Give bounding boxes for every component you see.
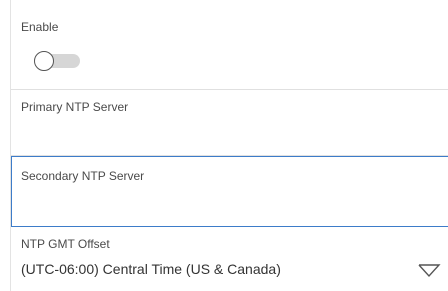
secondary-ntp-input[interactable] xyxy=(21,193,439,213)
gmt-offset-label: NTP GMT Offset xyxy=(21,237,110,251)
secondary-ntp-label: Secondary NTP Server xyxy=(21,169,145,183)
secondary-ntp-field: Secondary NTP Server xyxy=(11,156,448,227)
primary-ntp-input[interactable] xyxy=(21,122,439,142)
gmt-offset-select[interactable]: (UTC-06:00) Central Time (US & Canada) xyxy=(21,261,281,277)
ntp-settings-panel: Enable Primary NTP Server Secondary NTP … xyxy=(10,0,448,291)
enable-field: Enable xyxy=(11,0,448,90)
enable-label: Enable xyxy=(21,20,59,34)
chevron-down-icon[interactable] xyxy=(417,263,441,279)
enable-toggle[interactable] xyxy=(34,51,80,71)
primary-ntp-label: Primary NTP Server xyxy=(21,100,129,114)
primary-ntp-field: Primary NTP Server xyxy=(11,90,448,156)
toggle-knob xyxy=(34,51,54,71)
gmt-offset-field[interactable]: NTP GMT Offset (UTC-06:00) Central Time … xyxy=(11,227,448,291)
